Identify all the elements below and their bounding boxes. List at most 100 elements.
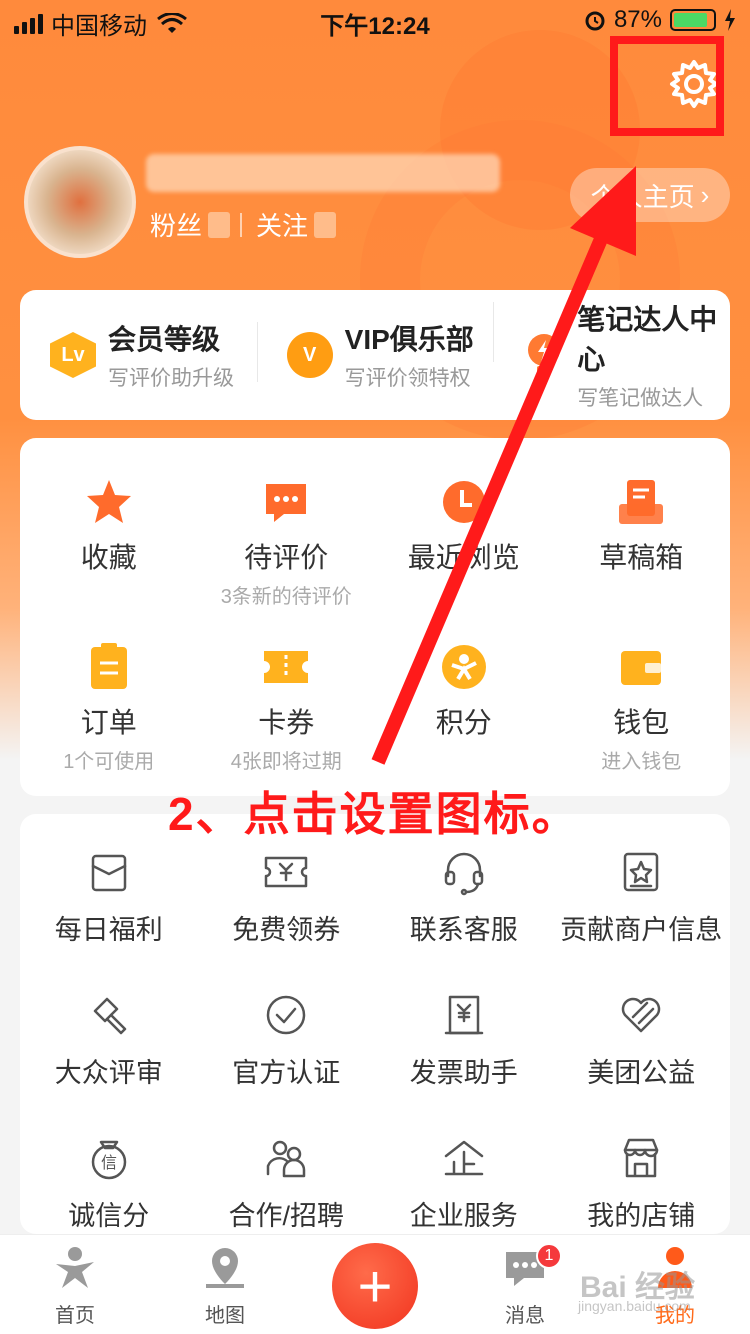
charging-icon	[725, 9, 735, 31]
vip-badge-icon: V	[286, 332, 333, 378]
member-item[interactable]: V VIP俱乐部 写评价领特权	[256, 318, 494, 392]
service-item[interactable]: 信诚信分	[20, 1134, 198, 1233]
battery-icon	[670, 9, 716, 31]
service-item-label: 大众评审	[54, 1058, 163, 1088]
fans-label[interactable]: 粉丝	[150, 206, 202, 243]
grid-item-label: 积分	[435, 707, 492, 738]
star-icon	[81, 474, 137, 530]
coupon-icon	[258, 639, 314, 695]
service-item-label: 每日福利	[54, 915, 163, 945]
member-item[interactable]: Lv 会员等级写评价助升级	[20, 318, 257, 392]
grid-item-label: 订单	[80, 707, 137, 738]
service-item[interactable]: 我的店铺	[553, 1134, 731, 1233]
member-card: Lv 会员等级写评价助升级 V VIP俱乐部 写评价领特权 笔记达人中心写笔记做达人	[20, 290, 730, 420]
status-bar: 中国移动 下午12:24 87%	[0, 0, 750, 40]
grid-item-label: 收藏	[80, 542, 137, 573]
service-item-label: 企业服务	[409, 1201, 518, 1231]
grid-item[interactable]: 收藏	[20, 474, 198, 609]
grid-item-label: 待评价	[244, 542, 329, 573]
tab-plus[interactable]: +	[300, 1235, 450, 1334]
map-pin-icon	[202, 1244, 248, 1295]
lv-badge-icon: Lv	[50, 332, 96, 378]
tab-message[interactable]: 1 消息	[450, 1235, 600, 1334]
member-item-subtitle: 写笔记做达人	[577, 387, 704, 410]
services-card: 每日福利 免费领券 联系客服 贡献商户信息大众评审 官方认证 发票助手 美团公益信诚信分 合作…	[20, 814, 730, 1234]
grid-item[interactable]: 卡券 4张即将过期	[198, 639, 376, 774]
people-icon	[262, 1134, 310, 1182]
draft-icon	[613, 474, 669, 530]
service-item-label: 贡献商户信息	[560, 915, 723, 945]
plus-icon[interactable]: +	[332, 1243, 418, 1329]
avatar[interactable]	[24, 146, 136, 258]
points-icon	[436, 639, 492, 695]
heart-icon	[617, 991, 665, 1039]
member-item-subtitle: 写评价领特权	[344, 367, 471, 390]
grid-item-subtitle: 1个可使用	[63, 751, 155, 773]
shop-star-icon	[617, 848, 665, 896]
annotation-text: 2、点击设置图标。	[168, 788, 580, 840]
service-item[interactable]: 合作/招聘	[198, 1134, 376, 1233]
member-item-text: 会员等级写评价助升级	[108, 318, 234, 392]
service-item[interactable]: 贡献商户信息	[553, 848, 731, 947]
bulb-icon	[523, 332, 565, 378]
member-item-title: 笔记达人中心	[577, 304, 718, 375]
service-item[interactable]: 每日福利	[20, 848, 198, 947]
grid-item-subtitle: 4张即将过期	[230, 751, 342, 773]
grid-item-label: 草稿箱	[599, 542, 684, 573]
service-item[interactable]: 大众评审	[20, 991, 198, 1090]
grid-item-subtitle: 进入钱包	[601, 751, 682, 773]
member-item-text: VIP俱乐部 写评价领特权	[345, 318, 474, 392]
wallet-icon	[613, 639, 669, 695]
credit-icon: 信	[85, 1134, 133, 1182]
grid-item[interactable]: 订单 1个可使用	[20, 639, 198, 774]
battery-percent: 87%	[613, 6, 662, 33]
service-item[interactable]: 联系客服	[375, 848, 553, 947]
grid-item[interactable]: 草稿箱	[553, 474, 731, 609]
service-item-label: 合作/招聘	[228, 1201, 344, 1231]
service-item[interactable]: 官方认证	[198, 991, 376, 1090]
grid-item[interactable]: 待评价 3条新的待评价	[198, 474, 376, 609]
grid-item[interactable]: 积分	[375, 639, 553, 774]
check-circle-icon	[262, 991, 310, 1039]
quick-grid-card: 收藏 待评价 3条新的待评价 最近浏览 草稿箱订单 1个可使用 卡券 4张即将过期 积分 钱包进入…	[20, 438, 730, 796]
grid-item[interactable]: 最近浏览	[375, 474, 553, 609]
gavel-icon	[85, 991, 133, 1039]
order-icon	[81, 639, 137, 695]
clock-icon	[436, 474, 492, 530]
service-item-label: 发票助手	[409, 1058, 518, 1088]
svg-text:信: 信	[101, 1153, 117, 1172]
service-item[interactable]: 美团公益	[553, 991, 731, 1090]
service-item[interactable]: 企业服务	[375, 1134, 553, 1233]
service-item-label: 美团公益	[587, 1058, 696, 1088]
grid-item[interactable]: 钱包 进入钱包	[553, 639, 731, 774]
grid-item-subtitle: 3条新的待评价	[220, 586, 352, 608]
homepage-button[interactable]: 个人主页 ›	[570, 168, 730, 222]
highlight-box	[610, 36, 724, 136]
service-item[interactable]: 免费领券	[198, 848, 376, 947]
service-item-label: 我的店铺	[587, 1201, 696, 1231]
watermark-url: jingyan.baidu.com	[578, 1298, 691, 1314]
member-item-title: 会员等级	[108, 324, 221, 355]
grid-item-label: 卡券	[258, 707, 315, 738]
service-item[interactable]: 发票助手	[375, 991, 553, 1090]
grid-item-label: 钱包	[613, 707, 670, 738]
member-item-text: 笔记达人中心写笔记做达人	[577, 298, 730, 412]
headset-icon	[440, 848, 488, 896]
member-item-subtitle: 写评价助升级	[108, 367, 234, 390]
follow-stats: 粉丝 关注	[150, 206, 346, 243]
tab-home-person[interactable]: 首页	[0, 1235, 150, 1334]
tab-map-pin[interactable]: 地图	[150, 1235, 300, 1334]
username-blurred	[146, 154, 500, 192]
home-person-icon	[52, 1244, 98, 1295]
tab-label: 地图	[205, 1305, 245, 1327]
chevron-right-icon: ›	[700, 179, 710, 210]
follow-label[interactable]: 关注	[256, 206, 308, 243]
service-item-label: 官方认证	[232, 1058, 341, 1088]
unread-badge: 1	[536, 1243, 562, 1269]
member-item[interactable]: 笔记达人中心写笔记做达人	[493, 298, 730, 412]
store-icon	[617, 1134, 665, 1182]
homepage-label: 个人主页	[590, 181, 695, 212]
tab-label: 消息	[505, 1305, 545, 1327]
ticket-icon	[262, 848, 310, 896]
service-item-label: 免费领券	[232, 915, 341, 945]
